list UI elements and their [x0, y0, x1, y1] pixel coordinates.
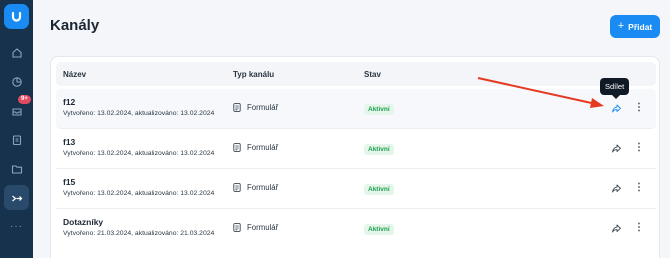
nav-channels[interactable] — [4, 185, 29, 210]
form-icon — [233, 143, 241, 152]
form-icon — [233, 103, 241, 112]
clipboard-icon — [12, 134, 21, 145]
share-tooltip: Sdílet — [600, 78, 630, 99]
form-icon — [233, 223, 241, 232]
channel-name[interactable]: f12 — [63, 97, 75, 107]
table-row[interactable]: f12 Vytvořeno: 13.02.2024, aktualizováno… — [56, 89, 656, 129]
pie-chart-icon — [11, 76, 22, 87]
channel-type-label: Formulář — [247, 143, 279, 152]
channel-dates: Vytvořeno: 13.02.2024, aktualizováno: 13… — [63, 190, 215, 197]
share-icon — [612, 224, 621, 233]
more-horizontal-icon: ··· — [10, 221, 23, 232]
share-button[interactable] — [610, 182, 623, 195]
channel-name[interactable]: f13 — [63, 137, 75, 147]
plus-icon: + — [617, 20, 625, 32]
channel-type-label: Formulář — [247, 183, 279, 192]
table-row[interactable]: f15 Vytvořeno: 13.02.2024, aktualizováno… — [56, 169, 656, 209]
folder-icon — [11, 164, 22, 174]
nav-analytics[interactable] — [4, 69, 29, 94]
channel-type: Formulář — [233, 143, 278, 152]
share-icon — [612, 104, 621, 113]
sidebar: 9+ ··· — [0, 0, 33, 258]
app-logo[interactable] — [4, 4, 29, 29]
status-badge: Aktivní — [364, 104, 394, 115]
logo-icon — [11, 11, 22, 22]
table-row[interactable]: Dotazníky Vytvořeno: 21.03.2024, aktuali… — [56, 209, 656, 249]
row-menu-button[interactable]: ⋮ — [634, 101, 644, 115]
nav-inbox[interactable]: 9+ — [4, 95, 31, 123]
page-title: Kanály — [50, 17, 100, 34]
add-button-label: Přidat — [628, 21, 653, 32]
share-icon — [612, 184, 621, 193]
share-icon — [612, 144, 621, 153]
channels-table: Název Typ kanálu Stav f12 Vytvořeno: 13.… — [50, 56, 660, 258]
nav-home[interactable] — [4, 40, 29, 65]
status-badge: Aktivní — [364, 144, 394, 155]
channel-dates: Vytvořeno: 13.02.2024, aktualizováno: 13… — [63, 110, 215, 117]
channel-type: Formulář — [233, 183, 278, 192]
channel-name[interactable]: Dotazníky — [63, 217, 103, 227]
inbox-icon — [11, 107, 22, 116]
add-channel-button[interactable]: + Přidat — [610, 15, 660, 38]
channel-type-label: Formulář — [247, 103, 279, 112]
notification-badge: 9+ — [18, 95, 31, 104]
channel-dates: Vytvořeno: 13.02.2024, aktualizováno: 13… — [63, 150, 215, 157]
status-badge: Aktivní — [364, 224, 394, 235]
channel-name[interactable]: f15 — [63, 177, 75, 187]
table-row[interactable]: f13 Vytvořeno: 13.02.2024, aktualizováno… — [56, 129, 656, 169]
channel-dates: Vytvořeno: 21.03.2024, aktualizováno: 21… — [63, 230, 215, 237]
table-header: Název Typ kanálu Stav — [56, 62, 656, 86]
home-icon — [11, 47, 22, 58]
column-type: Typ kanálu — [233, 70, 275, 79]
nav-more[interactable]: ··· — [4, 214, 29, 239]
share-button[interactable] — [610, 142, 623, 155]
row-menu-button[interactable]: ⋮ — [634, 141, 644, 155]
column-name: Název — [63, 70, 87, 79]
nav-folders[interactable] — [4, 156, 29, 181]
form-icon — [233, 183, 241, 192]
status-badge: Aktivní — [364, 184, 394, 195]
channel-type: Formulář — [233, 223, 278, 232]
channel-type-label: Formulář — [247, 223, 279, 232]
channels-icon — [11, 195, 22, 201]
row-menu-button[interactable]: ⋮ — [634, 221, 644, 235]
share-button[interactable] — [610, 102, 623, 115]
channel-type: Formulář — [233, 103, 278, 112]
column-status: Stav — [364, 70, 381, 79]
nav-documents[interactable] — [4, 127, 29, 152]
row-menu-button[interactable]: ⋮ — [634, 181, 644, 195]
share-button[interactable] — [610, 222, 623, 235]
